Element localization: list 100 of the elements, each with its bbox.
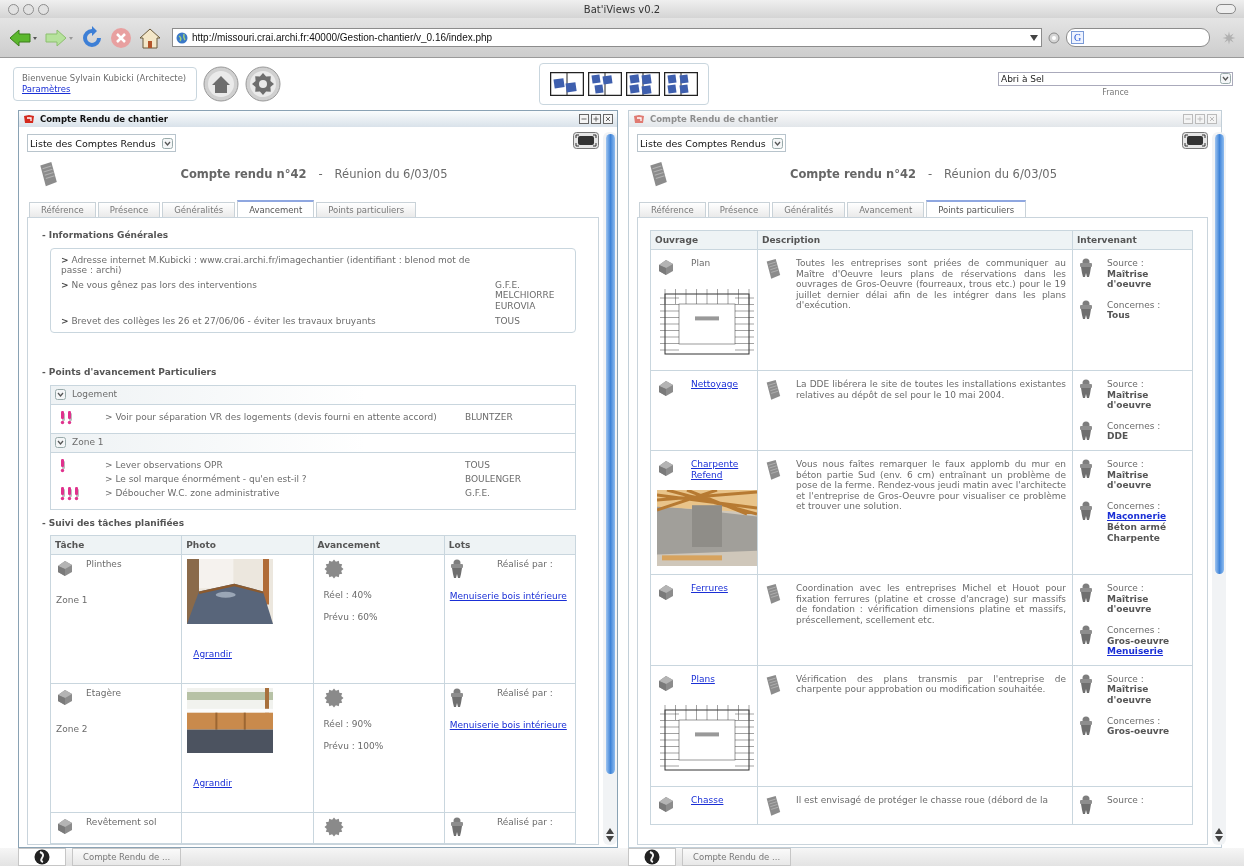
window-title: Bat'iViews v0.2: [582, 3, 662, 15]
menu-button[interactable]: [628, 848, 676, 866]
concerns-value: Tous: [1107, 310, 1131, 321]
work-link[interactable]: Charpente Refend: [691, 458, 757, 481]
address-field[interactable]: http://missouri.crai.archi.fr:40000/Gestion-chantier/v_0.16/index.php: [172, 28, 1042, 47]
gear-icon: [323, 559, 344, 580]
person-icon: [1079, 458, 1093, 479]
person-icon: [449, 559, 464, 580]
person-icon: [1079, 673, 1093, 694]
description-text: Coordination avec les entreprises Michel et Houot pour fixation ferrures (platine et crosse d'ancrage) sur massifs de fondation : vérification dimensions platine et massifs, préscellement, scellement etc.: [796, 583, 1066, 626]
document-icon: [764, 258, 782, 280]
report-list-dropdown[interactable]: Liste des Comptes Rendus: [637, 134, 786, 152]
title-separator: -: [318, 167, 323, 181]
performed-by-label: Réalisé par :: [495, 559, 554, 572]
enlarge-link[interactable]: Agrandir: [193, 648, 232, 660]
info-text: > Brevet des collèges les 26 et 27/06/06 - éviter les travaux bruyants: [61, 315, 377, 327]
expand-toggle[interactable]: [55, 389, 66, 401]
maximize-icon[interactable]: [591, 114, 601, 124]
minimize-icon[interactable]: [579, 114, 589, 124]
taskbar-tab[interactable]: Compte Rendu de ...: [72, 848, 182, 866]
country-label: France: [1102, 87, 1129, 97]
go-icon[interactable]: [1048, 31, 1060, 44]
round-logo-icon: [644, 849, 660, 865]
close-icon[interactable]: [603, 114, 613, 124]
scroll-up-icon[interactable]: [606, 827, 614, 834]
concerns-label: Concernes :: [1107, 299, 1162, 311]
column-header: Tâche: [50, 535, 182, 555]
layout-icon[interactable]: [549, 72, 584, 96]
document-icon: [764, 458, 782, 481]
home-icon[interactable]: [138, 26, 162, 49]
scrollbar[interactable]: [603, 132, 617, 845]
expand-toggle[interactable]: [55, 437, 66, 449]
enlarge-link[interactable]: Agrandir: [193, 777, 232, 789]
taskbar-tab[interactable]: Compte Rendu de ...: [682, 848, 792, 866]
scroll-down-icon[interactable]: [606, 834, 614, 843]
source-label: Source :: [1107, 583, 1145, 594]
toolbar-toggle-icon[interactable]: [1216, 4, 1236, 14]
tab[interactable]: Avancement: [847, 202, 925, 217]
scroll-thumb[interactable]: [1214, 134, 1224, 574]
concerns-link[interactable]: Menuiserie: [1107, 646, 1186, 657]
point-text: > Lever observations OPR: [105, 459, 224, 471]
scroll-thumb[interactable]: [605, 134, 615, 774]
layout-icon[interactable]: [625, 72, 660, 96]
trade-link[interactable]: Menuiserie bois intérieure: [449, 720, 570, 731]
trade-link[interactable]: Menuiserie bois intérieure: [449, 591, 570, 602]
person-icon: [1079, 583, 1093, 604]
tab[interactable]: Généralités: [162, 202, 236, 217]
point-text: > Voir pour séparation VR des logements (devis fourni en attente accord): [105, 411, 438, 423]
report-list-dropdown[interactable]: Liste des Comptes Rendus: [27, 134, 176, 152]
tab[interactable]: Présence: [97, 202, 161, 217]
assignee-text: BOULENGER: [465, 473, 523, 485]
document-icon: [764, 673, 782, 696]
concerns-link[interactable]: Maçonnerie: [1107, 511, 1186, 522]
source-label: Source :: [1107, 258, 1145, 269]
performed-by-label: Réalisé par :: [495, 817, 554, 830]
tab[interactable]: Généralités: [772, 202, 846, 217]
fullscreen-button[interactable]: [1182, 132, 1208, 149]
assignee-text: G.F.E.: [465, 487, 491, 499]
scroll-down-icon[interactable]: [1215, 834, 1223, 843]
scroll-up-icon[interactable]: [1215, 827, 1223, 834]
search-engine-icon[interactable]: G: [1071, 31, 1085, 44]
work-link[interactable]: Plans: [691, 673, 757, 685]
title-separator: -: [927, 167, 933, 181]
search-field[interactable]: G: [1066, 28, 1210, 47]
description-text: Vous nous faîtes remarquer le faux applomb du mur en béton partie Sud (env. 6 cm) entraînant un problème de pose de la ferme. Rendez-vous jeudi matin avec l'architecte et l'entreprise de Gros-Oeuvre pour visualiser ce problème et trouver une solution.: [796, 458, 1066, 512]
fullscreen-button[interactable]: [573, 132, 599, 149]
zone-text: Zone 2: [56, 724, 89, 735]
scrollbar[interactable]: [1212, 132, 1226, 845]
source-label: Source :: [1107, 673, 1145, 685]
menu-button[interactable]: [18, 848, 66, 866]
round-logo-icon: [34, 849, 50, 865]
tab[interactable]: Avancement: [237, 200, 315, 217]
column-header: Avancement: [313, 535, 445, 555]
performed-by-label: Réalisé par :: [495, 688, 554, 701]
tab[interactable]: Présence: [707, 202, 771, 217]
work-link[interactable]: Ferrures: [691, 583, 751, 594]
tab[interactable]: Points particuliers: [926, 200, 1027, 217]
tab[interactable]: Référence: [29, 202, 96, 217]
dropdown-arrow-icon[interactable]: [1030, 34, 1038, 41]
source-label: Source :: [1107, 458, 1145, 470]
work-link[interactable]: Nettoyage: [691, 379, 751, 390]
home-button[interactable]: [203, 66, 240, 102]
layout-icon[interactable]: [663, 72, 698, 96]
person-icon: [1079, 500, 1093, 521]
project-dropdown[interactable]: Abri à Sel: [998, 71, 1233, 86]
chevron-icon[interactable]: [771, 137, 783, 149]
settings-link[interactable]: Paramètres: [22, 84, 187, 96]
tab[interactable]: Points particuliers: [316, 202, 417, 217]
reload-icon[interactable]: [80, 25, 104, 50]
layout-icon[interactable]: [587, 72, 622, 96]
chevron-icon[interactable]: [1220, 73, 1231, 84]
settings-button[interactable]: [245, 66, 282, 102]
chevron-icon[interactable]: [161, 137, 173, 149]
person-icon: [449, 688, 464, 709]
section-heading: - Informations Générales: [42, 230, 170, 241]
back-icon[interactable]: [8, 27, 38, 48]
tab[interactable]: Référence: [639, 202, 706, 217]
task-name: Etagère: [86, 688, 123, 699]
welcome-text: Bienvenue Sylvain Kubicki (Architecte): [22, 72, 187, 84]
work-link[interactable]: Chasse: [691, 794, 751, 806]
